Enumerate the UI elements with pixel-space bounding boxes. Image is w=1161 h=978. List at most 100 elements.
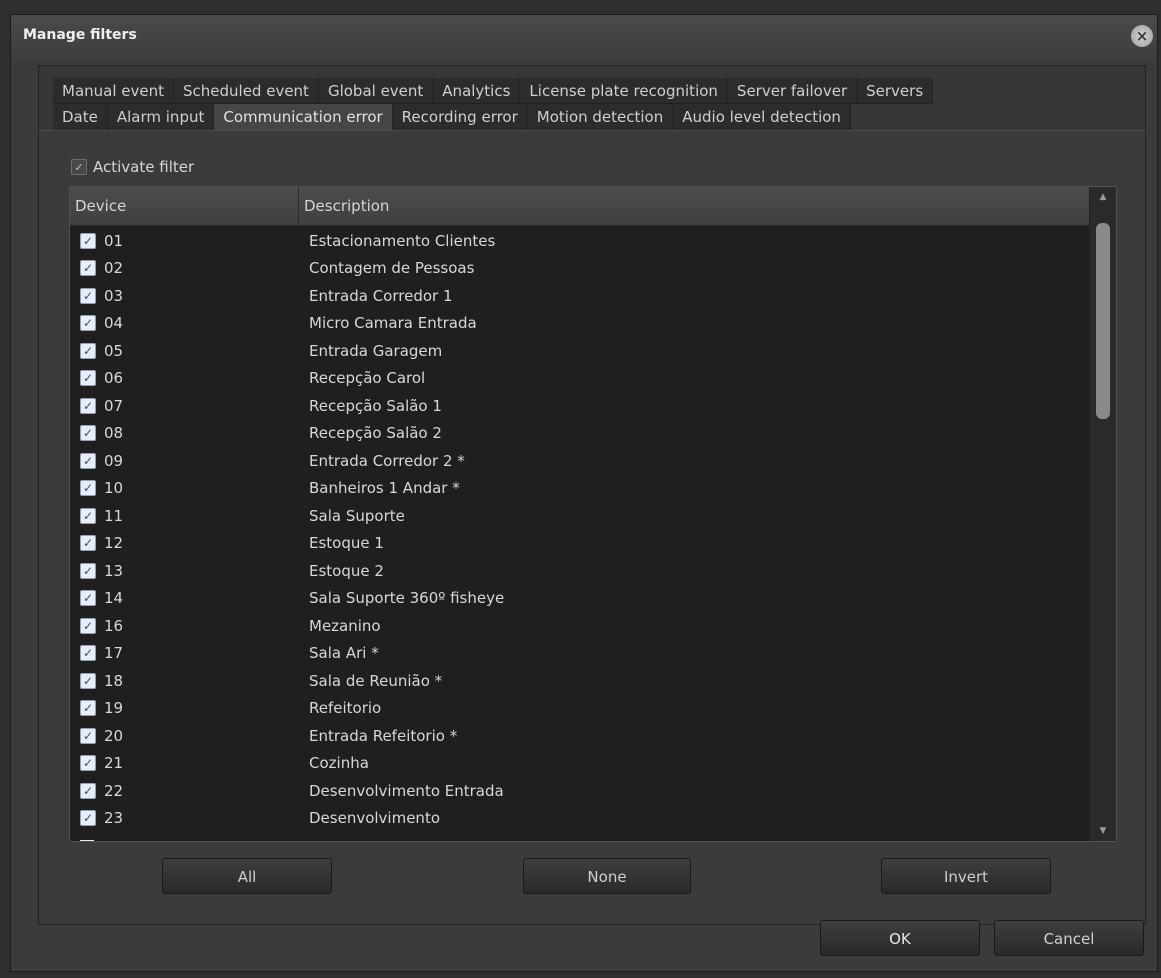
list-item[interactable]: ✓ 06 Recepção Carol bbox=[70, 365, 1090, 393]
device-checkbox[interactable]: ✓ bbox=[80, 232, 96, 249]
device-checkbox[interactable]: ✓ bbox=[80, 315, 96, 332]
activate-filter-label: Activate filter bbox=[93, 158, 195, 176]
invert-selection-button[interactable]: Invert bbox=[881, 858, 1051, 894]
device-checkbox[interactable]: ✓ bbox=[80, 672, 96, 689]
list-item[interactable]: ✓ 19 Refeitorio bbox=[70, 695, 1090, 723]
tab-scheduled-event[interactable]: Scheduled event bbox=[174, 78, 319, 104]
list-item[interactable]: ✓ 17 Sala Ari * bbox=[70, 640, 1090, 668]
device-description: Cozinha bbox=[309, 754, 369, 773]
list-item[interactable]: ✓ 18 Sala de Reunião * bbox=[70, 667, 1090, 695]
device-description: Entrada Garagem bbox=[309, 341, 443, 360]
list-item[interactable]: ✓ 08 Recepção Salão 2 bbox=[70, 420, 1090, 448]
tab-recording-error[interactable]: Recording error bbox=[392, 104, 528, 130]
device-checkbox[interactable]: ✓ bbox=[80, 370, 96, 387]
tab-date[interactable]: Date bbox=[53, 104, 108, 130]
device-id: 01 bbox=[104, 231, 124, 250]
list-item[interactable]: ✓ 11 Sala Suporte bbox=[70, 502, 1090, 530]
device-checkbox[interactable]: ✓ bbox=[80, 782, 96, 799]
device-description: Entrada Corredor 1 bbox=[309, 286, 453, 305]
list-item[interactable]: ✓ 07 Recepção Salão 1 bbox=[70, 392, 1090, 420]
device-description: Mezanino bbox=[309, 616, 381, 635]
activate-filter[interactable]: ✓ Activate filter bbox=[71, 158, 194, 176]
tab-servers[interactable]: Servers bbox=[857, 78, 934, 104]
device-description: Estacionamento Clientes bbox=[309, 231, 496, 250]
list-item[interactable]: ✓ 22 Desenvolvimento Entrada bbox=[70, 777, 1090, 805]
device-checkbox[interactable]: ✓ bbox=[80, 810, 96, 827]
list-item[interactable]: ✓ 23 Desenvolvimento bbox=[70, 805, 1090, 833]
list-item[interactable]: ✓ 14 Sala Suporte 360º fisheye bbox=[70, 585, 1090, 613]
device-checkbox[interactable]: ✓ bbox=[80, 342, 96, 359]
tab-alarm-input[interactable]: Alarm input bbox=[107, 104, 215, 130]
device-id: 11 bbox=[104, 506, 124, 525]
list-item[interactable]: ✓ 05 Entrada Garagem bbox=[70, 337, 1090, 365]
device-id: 09 bbox=[104, 451, 124, 470]
device-checkbox[interactable]: ✓ bbox=[80, 590, 96, 607]
device-checkbox[interactable]: ✓ bbox=[80, 287, 96, 304]
device-description: Estoque 2 bbox=[309, 561, 384, 580]
scroll-up-arrow-icon[interactable]: ▲ bbox=[1090, 187, 1116, 207]
device-rows: ✓ 01 Estacionamento Clientes ✓ 02 Contagem de… bbox=[70, 227, 1090, 832]
list-item[interactable]: ✓ 16 Mezanino bbox=[70, 612, 1090, 640]
filter-panel: Manual event Scheduled event Global event A… bbox=[38, 65, 1146, 925]
tab-motion-detection[interactable]: Motion detection bbox=[527, 104, 674, 130]
device-checkbox[interactable]: ✓ bbox=[80, 452, 96, 469]
tab-row-1: Manual event Scheduled event Global event A… bbox=[53, 78, 934, 104]
tab-manual-event[interactable]: Manual event bbox=[53, 78, 174, 104]
tab-audio-level-detection[interactable]: Audio level detection bbox=[673, 104, 851, 130]
column-header-device[interactable]: Device bbox=[70, 187, 299, 225]
device-description: Recepção Salão 1 bbox=[309, 396, 442, 415]
select-none-button[interactable]: None bbox=[523, 858, 691, 894]
activate-filter-checkbox[interactable]: ✓ bbox=[71, 159, 87, 175]
tab-server-failover[interactable]: Server failover bbox=[727, 78, 858, 104]
manage-filters-dialog: Manage filters × Manual event Scheduled e… bbox=[10, 14, 1158, 972]
list-header: Device Description bbox=[70, 187, 1090, 226]
list-item[interactable]: ✓ 04 Micro Camara Entrada bbox=[70, 310, 1090, 338]
device-id: 22 bbox=[104, 781, 124, 800]
device-description: Estoque 1 bbox=[309, 534, 384, 553]
cancel-button[interactable]: Cancel bbox=[994, 920, 1144, 956]
list-item[interactable]: ✓ 10 Banheiros 1 Andar * bbox=[70, 475, 1090, 503]
device-checkbox[interactable]: ✓ bbox=[80, 507, 96, 524]
tab-row-2: Date Alarm input Communication error Record… bbox=[53, 104, 851, 130]
tab-analytics[interactable]: Analytics bbox=[433, 78, 521, 104]
device-checkbox[interactable]: ✓ bbox=[80, 700, 96, 717]
ok-button[interactable]: OK bbox=[820, 920, 980, 956]
list-item[interactable]: ✓ 09 Entrada Corredor 2 * bbox=[70, 447, 1090, 475]
device-id: 03 bbox=[104, 286, 124, 305]
device-description: Desenvolvimento bbox=[309, 809, 441, 828]
device-checkbox[interactable]: ✓ bbox=[80, 425, 96, 442]
list-item[interactable]: ✓ 21 Cozinha bbox=[70, 750, 1090, 778]
device-description: Sala de Reunião * bbox=[309, 671, 443, 690]
device-checkbox[interactable]: ✓ bbox=[80, 562, 96, 579]
list-item[interactable]: ✓ 03 Entrada Corredor 1 bbox=[70, 282, 1090, 310]
device-checkbox[interactable]: ✓ bbox=[80, 755, 96, 772]
scroll-thumb[interactable] bbox=[1096, 223, 1110, 419]
list-item[interactable]: ✓ 02 Contagem de Pessoas bbox=[70, 255, 1090, 283]
list-item[interactable]: ✓ 13 Estoque 2 bbox=[70, 557, 1090, 585]
list-item[interactable]: ✓ 01 Estacionamento Clientes bbox=[70, 227, 1090, 255]
device-id: 05 bbox=[104, 341, 124, 360]
device-description: Sala Suporte 360º fisheye bbox=[309, 589, 505, 608]
tab-global-event[interactable]: Global event bbox=[318, 78, 434, 104]
list-item[interactable]: ✓ 20 Entrada Refeitorio * bbox=[70, 722, 1090, 750]
device-checkbox[interactable]: ✓ bbox=[80, 727, 96, 744]
device-checkbox[interactable]: ✓ bbox=[80, 260, 96, 277]
device-list: Device Description ✓ 01 Estacionamento Cli… bbox=[69, 186, 1117, 842]
device-checkbox[interactable]: ✓ bbox=[80, 645, 96, 662]
select-all-button[interactable]: All bbox=[162, 858, 332, 894]
device-checkbox[interactable]: ✓ bbox=[80, 480, 96, 497]
scroll-down-arrow-icon[interactable]: ▼ bbox=[1090, 821, 1116, 841]
device-checkbox[interactable]: ✓ bbox=[80, 397, 96, 414]
vertical-scrollbar[interactable]: ▲ ▼ bbox=[1089, 187, 1116, 841]
title-bar: Manage filters × bbox=[11, 15, 1157, 59]
device-checkbox[interactable]: ✓ bbox=[80, 617, 96, 634]
close-icon[interactable]: × bbox=[1131, 25, 1153, 47]
tab-communication-error[interactable]: Communication error bbox=[214, 104, 393, 130]
device-id: 20 bbox=[104, 726, 124, 745]
device-id: 14 bbox=[104, 589, 124, 608]
device-id: 19 bbox=[104, 699, 124, 718]
tab-license-plate-recognition[interactable]: License plate recognition bbox=[520, 78, 728, 104]
column-header-description[interactable]: Description bbox=[299, 187, 1090, 225]
device-checkbox[interactable]: ✓ bbox=[80, 535, 96, 552]
list-item[interactable]: ✓ 12 Estoque 1 bbox=[70, 530, 1090, 558]
